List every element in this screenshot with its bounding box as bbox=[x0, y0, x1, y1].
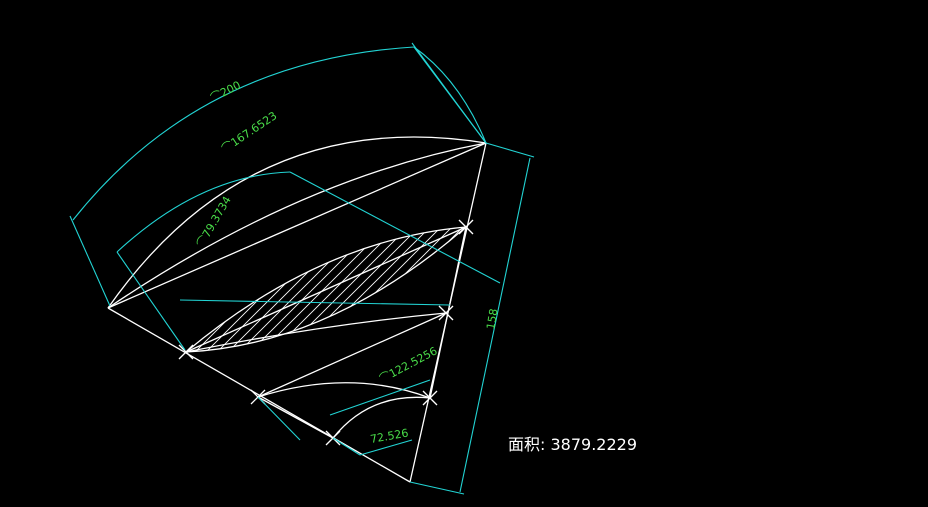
extension-line-side-bottom bbox=[409, 481, 465, 495]
hatch-line bbox=[186, 227, 316, 352]
hatch-line bbox=[563, 210, 733, 380]
hatch-line bbox=[463, 227, 466, 352]
hatch-line bbox=[452, 227, 466, 352]
hatch-line bbox=[186, 227, 261, 352]
cad-drawing-canvas[interactable]: ⌒200 ⌒167.6523 ⌒79.3734 ⌒122.5256 72.526… bbox=[0, 0, 928, 507]
hatch-line bbox=[186, 227, 327, 352]
hatch-line bbox=[186, 227, 338, 352]
dim-label-inner-arc[interactable]: ⌒167.6523 bbox=[219, 109, 279, 155]
point-markers bbox=[178, 219, 474, 446]
hatch-line bbox=[309, 227, 466, 352]
hatch-line bbox=[629, 210, 799, 380]
hatch-line bbox=[552, 210, 722, 380]
sector-geometry bbox=[107, 136, 487, 483]
small-radius-line bbox=[257, 396, 334, 439]
extension-line-mid-left bbox=[116, 251, 186, 351]
hatch-line bbox=[199, 227, 371, 352]
hatch-line bbox=[441, 227, 466, 352]
area-value: 3879.2229 bbox=[550, 435, 638, 454]
hatch-line bbox=[662, 210, 832, 380]
hatch-line bbox=[673, 210, 843, 380]
hatch-line bbox=[618, 210, 788, 380]
hatch-line bbox=[486, 210, 656, 380]
extension-line-mid-right bbox=[289, 171, 501, 284]
hatch-line bbox=[519, 210, 689, 380]
hatch-line bbox=[186, 227, 250, 352]
hatch-line bbox=[186, 227, 217, 352]
hatch-line bbox=[596, 210, 766, 380]
hatch-line bbox=[186, 227, 305, 352]
hatch-line bbox=[13, 210, 183, 380]
dim-label-side-length[interactable]: 158 bbox=[484, 308, 500, 331]
hatch-line bbox=[508, 210, 678, 380]
dimension-labels: ⌒200 ⌒167.6523 ⌒79.3734 ⌒122.5256 72.526… bbox=[194, 79, 500, 446]
dim-label-outer-arc[interactable]: ⌒200 bbox=[208, 79, 242, 105]
inner-radius-segment bbox=[185, 226, 467, 353]
extension-line-outer-left bbox=[69, 215, 111, 307]
hatch-line bbox=[243, 227, 415, 352]
hatch-line bbox=[497, 210, 667, 380]
hatch-line bbox=[221, 227, 393, 352]
hatch-line bbox=[651, 210, 821, 380]
hatch-line bbox=[210, 227, 382, 352]
hatch-line bbox=[298, 227, 466, 352]
outer-sector-arc bbox=[107, 136, 487, 309]
hatch-line bbox=[530, 210, 700, 380]
hatch-line bbox=[607, 210, 777, 380]
hatch-line bbox=[186, 227, 206, 352]
area-readout: 面积: 3879.2229 bbox=[508, 431, 637, 455]
hatch-line bbox=[375, 227, 466, 352]
extension-line-bottom bbox=[332, 437, 361, 456]
hatch-line bbox=[640, 210, 810, 380]
dimension-mid-parallel bbox=[179, 299, 451, 306]
hatch-line bbox=[475, 210, 645, 380]
extension-line-lower-left bbox=[257, 396, 301, 441]
sector-left-radius bbox=[107, 307, 411, 483]
area-label-text: 面积: bbox=[508, 435, 546, 454]
hatch-line bbox=[364, 227, 466, 352]
extension-line-side-top bbox=[485, 142, 535, 158]
hatch-line bbox=[574, 210, 744, 380]
hatch-line bbox=[232, 227, 404, 352]
dimension-top-chord bbox=[413, 46, 487, 144]
dim-label-small-arc[interactable]: ⌒122.5256 bbox=[377, 344, 439, 385]
dim-label-mid-arc[interactable]: ⌒79.3734 bbox=[194, 194, 234, 249]
hatch-line bbox=[585, 210, 755, 380]
dimension-lines bbox=[69, 42, 535, 495]
hatch-line bbox=[186, 227, 195, 352]
hatch-line bbox=[541, 210, 711, 380]
hatch-line bbox=[254, 227, 426, 352]
